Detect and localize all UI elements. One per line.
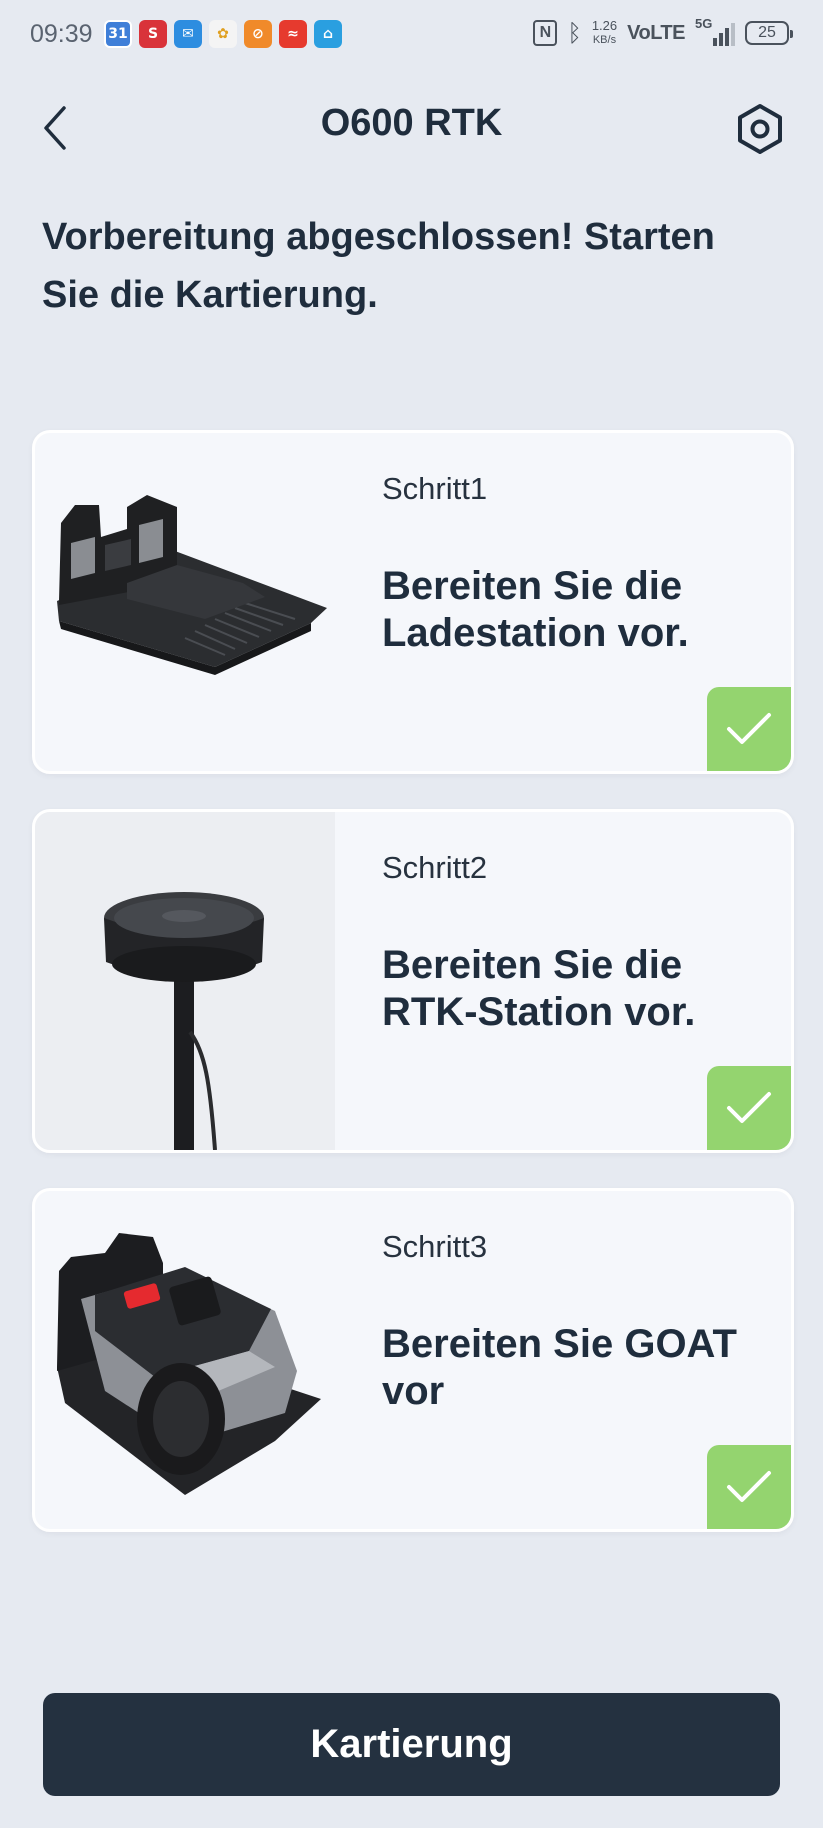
pinwheel-app-icon: ✿: [209, 20, 237, 48]
network-type: 5G: [695, 16, 713, 31]
charging-station-image: [35, 433, 335, 771]
step-card-3[interactable]: Schritt3 Bereiten Sie GOAT vor: [32, 1188, 794, 1532]
battery-icon: 25: [745, 21, 793, 45]
system-indicators: N ᛒ 1.26 KB/s VoLTE 5G 25: [533, 16, 793, 48]
robot-mower-image: [35, 1191, 335, 1529]
step-complete-badge: [707, 687, 791, 771]
rtk-station-image: [35, 812, 335, 1150]
step-label: Schritt1: [382, 471, 488, 506]
checkmark-icon: [727, 713, 771, 744]
settings-hexagon-icon: [738, 104, 782, 154]
battery-level: 25: [758, 24, 776, 41]
step-label: Schritt3: [382, 1229, 488, 1264]
s-app-icon: S: [139, 20, 167, 48]
steps-list: Schritt1 Bereiten Sie die Ladestation vo…: [32, 430, 794, 1567]
step-label: Schritt2: [382, 850, 488, 885]
step-text: Bereiten Sie die RTK-Station vor.: [382, 943, 696, 1034]
step-card-1[interactable]: Schritt1 Bereiten Sie die Ladestation vo…: [32, 430, 794, 774]
step-complete-badge: [707, 1066, 791, 1150]
network-speed-value: 1.26: [591, 18, 618, 33]
signal-icon: 5G: [695, 16, 735, 48]
step-card-2[interactable]: Schritt2 Bereiten Sie die RTK-Station vo…: [32, 809, 794, 1153]
network-speed: 1.26 KB/s: [592, 19, 617, 47]
nfc-icon: N: [533, 20, 558, 46]
status-bar: 09:39 31 S ✉ ✿ ⊘ ≈ ⌂ N ᛒ 1.26 KB/s VoLTE…: [0, 0, 823, 72]
app-header: O600 RTK: [0, 88, 823, 168]
settings-button[interactable]: [733, 102, 787, 156]
checkmark-icon: [727, 1092, 771, 1123]
home-app-icon: ⌂: [314, 20, 342, 48]
network-speed-unit: KB/s: [592, 34, 617, 46]
mail-app-icon: ✉: [174, 20, 202, 48]
headline: Vorbereitung abgeschlossen! Starten Sie …: [42, 216, 715, 316]
step-complete-badge: [707, 1445, 791, 1529]
red-app-icon: ≈: [279, 20, 307, 48]
step-text: Bereiten Sie GOAT vor: [382, 1322, 737, 1413]
bluetooth-icon: ᛒ: [567, 19, 582, 47]
notification-icons: 31 S ✉ ✿ ⊘ ≈ ⌂: [104, 20, 342, 48]
status-time: 09:39: [30, 20, 93, 48]
step-text: Bereiten Sie die Ladestation vor.: [382, 564, 689, 655]
orange-app-icon: ⊘: [244, 20, 272, 48]
page-title: O600 RTK: [320, 102, 503, 144]
volte-indicator: VoLTE: [627, 21, 685, 44]
start-mapping-button[interactable]: Kartierung: [43, 1693, 780, 1796]
calendar-app-icon: 31: [104, 20, 132, 48]
checkmark-icon: [727, 1471, 771, 1502]
